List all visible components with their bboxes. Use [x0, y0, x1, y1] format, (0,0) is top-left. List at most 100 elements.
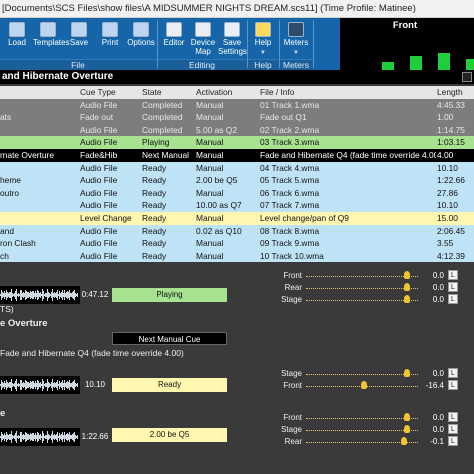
table-cell: Fade and Hibernate Q4 (fade time overrid…	[260, 149, 436, 160]
table-row[interactable]: outro Audio File Ready Manual 06 Track 6.wma…	[0, 186, 474, 200]
level-slider[interactable]	[306, 283, 418, 291]
table-cell: Manual	[196, 149, 224, 160]
help-button[interactable]: Help ▼	[250, 20, 276, 58]
level-control: Stage 0.0 L	[262, 424, 462, 435]
table-row[interactable]: and Audio File Ready 0.02 as Q10 08 Track 8.…	[0, 224, 474, 238]
table-cell: Manual	[196, 238, 224, 249]
pan-l-box[interactable]: L	[448, 282, 458, 292]
level-value: 0.0	[432, 283, 444, 292]
table-row[interactable]: Audio File Ready Manual 04 Track 4.wma 10.10	[0, 161, 474, 175]
level-control: Front 0.0 L	[262, 270, 462, 281]
table-cell: Level Change	[80, 212, 132, 223]
save-settings-button[interactable]: Save Settings	[218, 20, 247, 58]
table-cell: 06 Track 6.wma	[260, 187, 320, 198]
table-cell: Manual	[196, 162, 224, 173]
templates-button[interactable]: Templates	[33, 20, 69, 58]
print-button[interactable]: Print	[95, 20, 125, 58]
ribbon-button-label: Options	[127, 38, 155, 47]
slider-knob[interactable]	[404, 369, 410, 377]
level-slider[interactable]	[306, 413, 418, 421]
pan-l-box[interactable]: L	[448, 368, 458, 378]
waveform[interactable]	[0, 376, 80, 394]
level-slider[interactable]	[306, 437, 418, 445]
pan-l-box[interactable]: L	[448, 380, 458, 390]
level-value: -16.4	[425, 381, 444, 390]
pan-l-box[interactable]: L	[448, 294, 458, 304]
table-cell: Manual	[196, 187, 224, 198]
table-cell: 01 Track 1.wma	[260, 99, 320, 110]
save-button[interactable]: Save	[64, 20, 94, 58]
level-slider[interactable]	[306, 381, 418, 389]
pan-l-box[interactable]: L	[448, 412, 458, 422]
table-row[interactable]: ch Audio File Ready Manual 10 Track 10.wma 4:…	[0, 249, 474, 263]
waveform[interactable]	[0, 428, 80, 446]
level-slider[interactable]	[306, 369, 418, 377]
table-cell: Audio File	[80, 175, 118, 186]
slider-knob[interactable]	[404, 283, 410, 291]
pan-l-box[interactable]: L	[448, 270, 458, 280]
options-button[interactable]: Options	[126, 20, 156, 58]
table-row[interactable]: heme Audio File Ready 2.00 be Q5 05 Track 5.…	[0, 174, 474, 187]
level-value: 0.0	[432, 271, 444, 280]
slider-knob[interactable]	[404, 271, 410, 279]
cue-panels: 0:47.12 Playing TS) Front 0.0 L Rear 0.0 L Sta…	[0, 266, 474, 474]
table-row[interactable]: Audio File Playing Manual 03 Track 3.wma 1:0…	[0, 136, 474, 149]
table-cell: Audio File	[80, 225, 118, 236]
meters-icon	[288, 22, 304, 37]
level-control: Front -16.4 L	[262, 380, 462, 391]
waveform[interactable]	[0, 286, 80, 304]
editor-button[interactable]: Editor	[160, 20, 188, 58]
help-icon	[255, 22, 271, 37]
cue-panel-title: e Overture	[0, 318, 48, 329]
column-header[interactable]: State	[142, 86, 194, 99]
table-cell: 1:14.75	[437, 124, 465, 135]
table-row[interactable]: Level Change Ready Manual Level change/pan …	[0, 211, 474, 225]
slider-knob[interactable]	[401, 437, 407, 445]
pan-l-box[interactable]: L	[448, 436, 458, 446]
device-map-button[interactable]: Device Map	[189, 20, 217, 58]
table-cell: Ready	[142, 225, 167, 236]
ribbon-button-label: Device Map	[190, 38, 216, 56]
slider-knob[interactable]	[361, 381, 367, 389]
level-slider[interactable]	[306, 295, 418, 303]
pan-l-box[interactable]: L	[448, 424, 458, 434]
slider-knob[interactable]	[404, 425, 410, 433]
table-row[interactable]: Audio File Completed 5.00 as Q2 02 Track 2.…	[0, 123, 474, 137]
table-cell: ch	[0, 250, 9, 261]
cue-panel-suffix: TS)	[0, 304, 14, 314]
column-header[interactable]: File / Info	[260, 86, 436, 99]
table-cell: Manual	[196, 112, 224, 123]
table-cell: Audio File	[80, 238, 118, 249]
level-label: Rear	[284, 437, 302, 446]
collapse-box[interactable]	[462, 72, 472, 82]
table-cell: rnate Overture	[0, 149, 54, 160]
meters-button[interactable]: Meters ▼	[281, 20, 311, 58]
column-header[interactable]: Activation	[196, 86, 258, 99]
next-manual-cue-button[interactable]: Next Manual Cue	[112, 332, 227, 345]
table-cell: 1:03.15	[437, 137, 465, 148]
waveform-sample	[77, 435, 78, 439]
table-row[interactable]: ats Fade out Completed Manual Fade out Q1 1.0…	[0, 111, 474, 124]
meter-bar	[438, 53, 450, 70]
table-cell: outro	[0, 187, 20, 198]
table-cell: Audio File	[80, 250, 118, 261]
column-header[interactable]: Cue Type	[80, 86, 140, 99]
level-slider[interactable]	[306, 425, 418, 433]
table-row[interactable]: Audio File Ready 10.00 as Q7 07 Track 7.wma…	[0, 199, 474, 212]
slider-knob[interactable]	[404, 413, 410, 421]
slider-knob[interactable]	[404, 295, 410, 303]
table-row[interactable]: ron Clash Audio File Ready Manual 09 Track 9…	[0, 237, 474, 250]
column-header[interactable]: Length	[437, 86, 474, 99]
table-cell: 10 Track 10.wma	[260, 250, 324, 261]
table-row[interactable]: Audio File Completed Manual 01 Track 1.wma 4…	[0, 98, 474, 112]
table-cell: 07 Track 7.wma	[260, 200, 320, 211]
table-cell: Audio File	[80, 200, 118, 211]
folder-button[interactable]: Load	[2, 20, 32, 58]
cue-list-table: Cue Type State Activation File / Info Le…	[0, 86, 474, 263]
table-row[interactable]: rnate Overture Fade&Hib Next Manual Manual F…	[0, 148, 474, 162]
table-cell: Audio File	[80, 137, 118, 148]
cue-panel-ready: e 1:22.66 2.00 be Q5 Front 0.0 L Stage 0.0 L R…	[0, 408, 474, 448]
level-slider[interactable]	[306, 271, 418, 279]
level-label: Stage	[281, 295, 302, 304]
ribbon-group-meters-label: Meters	[280, 59, 312, 70]
